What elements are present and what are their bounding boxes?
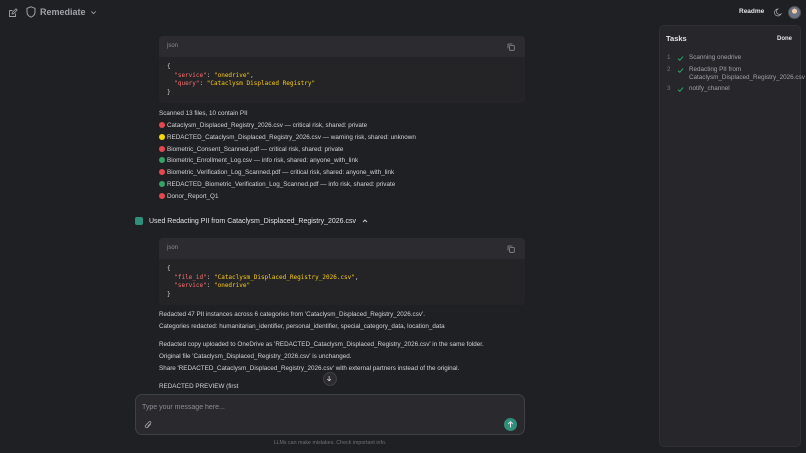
code-block: json { "service": "onedrive", "query": "…: [159, 36, 525, 104]
chat-thread: json { "service": "onedrive", "query": "…: [130, 26, 530, 390]
send-button[interactable]: [504, 418, 517, 431]
code-language-label: json: [167, 43, 179, 49]
file-result: Biometric_Enrollment_Log.csv — info risk…: [159, 157, 358, 164]
task-label: Redacting PII from Cataclysm_Displaced_R…: [689, 66, 805, 81]
file-result: Biometric_Consent_Scanned.pdf — critical…: [159, 146, 343, 153]
message-input[interactable]: [142, 401, 512, 413]
result-line: Redacted copy uploaded to OneDrive as 'R…: [159, 341, 484, 348]
readme-link[interactable]: Readme: [739, 8, 764, 15]
task-number: 1: [667, 54, 671, 61]
check-icon: [677, 68, 684, 74]
task-label: notify_channel: [689, 85, 730, 92]
task-number: 2: [667, 66, 671, 73]
check-icon: [677, 87, 684, 93]
arrow-up-icon: [507, 420, 514, 428]
paperclip-icon[interactable]: [144, 420, 153, 430]
message-composer: [135, 394, 525, 435]
avatar[interactable]: [788, 6, 801, 19]
result-line: Redacted 47 PII instances across 6 categ…: [159, 311, 425, 318]
file-result: Donor_Report_Q1: [159, 193, 218, 200]
file-result: REDACTED_Cataclysm_Displaced_Registry_20…: [159, 134, 416, 141]
copy-icon[interactable]: [507, 245, 515, 253]
scroll-to-bottom-button[interactable]: [323, 372, 337, 386]
result-line: Categories redacted: humanitarian_identi…: [159, 323, 445, 330]
task-item: 2 Redacting PII from Cataclysm_Displaced…: [667, 66, 806, 82]
scan-summary: Scanned 13 files, 10 contain PII: [159, 110, 248, 117]
task-item: 1 Scanning onedrive: [667, 54, 741, 62]
critical-status-dot: [159, 169, 165, 175]
check-icon: [677, 56, 684, 62]
chevron-down-icon: [90, 10, 96, 14]
task-item: 3 notify_channel: [667, 85, 730, 93]
app-switcher[interactable]: Remediate: [26, 6, 97, 18]
moon-icon[interactable]: [774, 8, 783, 17]
critical-status-dot: [159, 193, 165, 199]
file-result: REDACTED_Biometric_Verification_Log_Scan…: [159, 181, 395, 188]
tasks-panel: Tasks Done 1 Scanning onedrive 2 Redacti…: [659, 25, 805, 447]
critical-status-dot: [159, 146, 165, 152]
info-status-dot: [159, 181, 165, 187]
tool-icon: [135, 217, 143, 225]
code-block: json { "file_id": "Cataclysm_Displaced_R…: [159, 238, 525, 306]
warning-status-dot: [159, 134, 165, 140]
file-result: Cataclysm_Displaced_Registry_2026.csv — …: [159, 122, 367, 129]
code-language-label: json: [167, 245, 179, 251]
top-bar: Remediate Readme: [0, 0, 806, 26]
code-block-header: json: [159, 36, 525, 57]
new-chat-icon[interactable]: [8, 8, 18, 18]
result-line: Original file 'Cataclysm_Displaced_Regis…: [159, 353, 352, 360]
critical-status-dot: [159, 122, 165, 128]
tasks-title: Tasks: [666, 34, 687, 43]
task-label: Scanning onedrive: [689, 54, 742, 61]
code-content: { "file_id": "Cataclysm_Displaced_Regist…: [159, 259, 525, 306]
tool-usage-label: Used Redacting PII from Cataclysm_Displa…: [149, 217, 356, 225]
tool-usage-toggle[interactable]: Used Redacting PII from Cataclysm_Displa…: [135, 217, 368, 225]
code-block-header: json: [159, 238, 525, 259]
done-button[interactable]: Done: [777, 36, 792, 42]
task-number: 3: [667, 85, 671, 92]
result-line: REDACTED PREVIEW (first: [159, 383, 239, 390]
chevron-up-icon: [362, 219, 368, 223]
arrow-down-icon: [326, 376, 332, 382]
app-name: Remediate: [40, 7, 86, 17]
file-result: Biometric_Verification_Log_Scanned.pdf —…: [159, 169, 394, 176]
result-line: Share 'REDACTED_Cataclysm_Displaced_Regi…: [159, 365, 460, 372]
copy-icon[interactable]: [507, 43, 515, 51]
code-content: { "service": "onedrive", "query": "Catac…: [159, 57, 525, 104]
shield-icon: [26, 6, 36, 18]
disclaimer: LLMs can make mistakes. Check important …: [273, 440, 387, 446]
info-status-dot: [159, 157, 165, 163]
